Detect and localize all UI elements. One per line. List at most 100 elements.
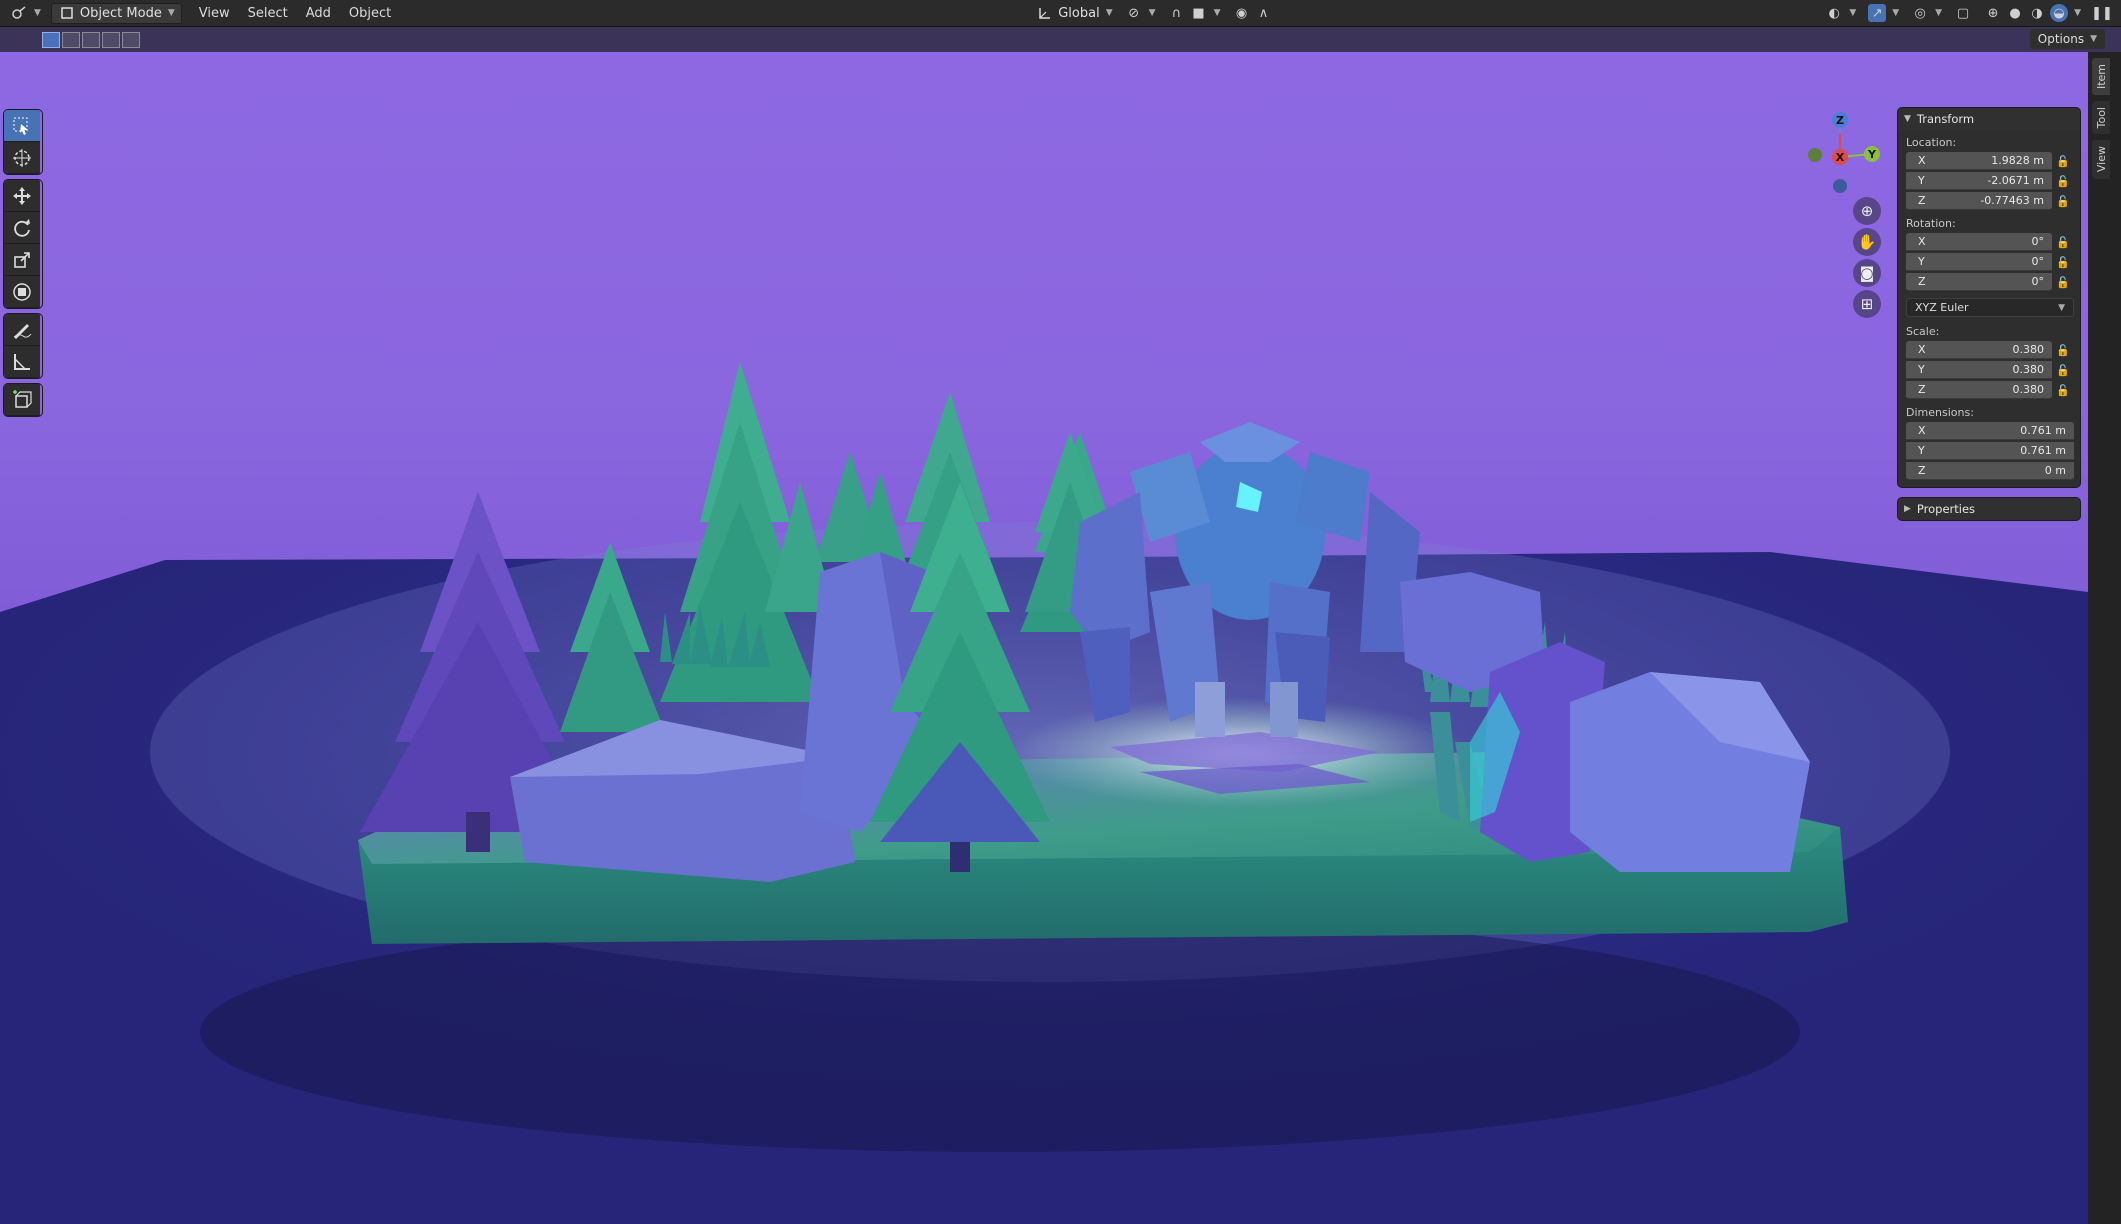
- shading-modes[interactable]: ⊕ ● ◑ ◒ ▼: [1978, 3, 2087, 24]
- chevron-down-icon: ▼: [1935, 8, 1943, 18]
- rotation-y-value: 0°: [2031, 255, 2045, 268]
- pause-render-button[interactable]: ❚❚: [2087, 3, 2117, 24]
- orientation-label: Global: [1058, 5, 1100, 21]
- rotation-y-field[interactable]: Y 0°: [1906, 253, 2052, 271]
- location-y-field[interactable]: Y -2.0671 m: [1906, 172, 2052, 190]
- gizmo-z-axis[interactable]: Z: [1832, 112, 1848, 128]
- lock-icon[interactable]: 🔓: [2052, 195, 2074, 208]
- gizmo-icon: ↗: [1868, 4, 1887, 22]
- rotation-z-value: 0°: [2031, 275, 2045, 288]
- dimensions-x-value: 0.761 m: [2020, 424, 2066, 437]
- rotation-mode-select[interactable]: XYZ Euler ▼: [1906, 298, 2074, 317]
- rotation-x-field[interactable]: X 0°: [1906, 233, 2052, 251]
- transform-tool[interactable]: [4, 276, 40, 308]
- select-invert-icon[interactable]: [102, 31, 120, 48]
- rotate-tool[interactable]: [4, 212, 40, 244]
- material-shading-icon[interactable]: ◑: [2028, 4, 2046, 22]
- location-z-field[interactable]: Z -0.77463 m: [1906, 192, 2052, 210]
- select-box-tool[interactable]: [4, 110, 40, 142]
- scale-x-field[interactable]: X 0.380: [1906, 341, 2052, 359]
- measure-tool[interactable]: [4, 346, 40, 378]
- scale-tool[interactable]: [4, 244, 40, 276]
- cursor-tool[interactable]: [4, 142, 40, 174]
- solid-shading-icon[interactable]: ●: [2006, 4, 2024, 22]
- perspective-grid-icon[interactable]: ⊞: [1853, 290, 1881, 318]
- tab-tool[interactable]: Tool: [2092, 101, 2110, 135]
- location-x-field[interactable]: X 1.9828 m: [1906, 152, 2052, 170]
- rotate-icon: [14, 218, 30, 237]
- xray-toggle[interactable]: ▢: [1948, 3, 1978, 24]
- menu-select[interactable]: Select: [239, 3, 297, 24]
- editor-type-icon: [10, 4, 28, 22]
- rotation-label: Rotation:: [1906, 217, 1956, 230]
- properties-panel-header[interactable]: ▶ Properties: [1898, 498, 2080, 520]
- 3d-viewport[interactable]: Z X Y ⊕ ✋ ◙ ⊞ ▼ Transform Location: X 1.9…: [0, 52, 2088, 1224]
- gizmo-x-axis[interactable]: X: [1832, 149, 1848, 165]
- scale-y-field[interactable]: Y 0.380: [1906, 361, 2052, 379]
- axis-label: Z: [1918, 194, 1926, 207]
- menu-view[interactable]: View: [190, 3, 239, 24]
- lock-icon[interactable]: 🔓: [2052, 344, 2074, 357]
- mode-label: Object Mode: [79, 5, 162, 21]
- visibility-button[interactable]: ◐ ▼: [1819, 3, 1862, 24]
- wireframe-shading-icon[interactable]: ⊕: [1984, 4, 2002, 22]
- viewport-navigation: ⊕ ✋ ◙ ⊞: [1853, 197, 1881, 321]
- editor-type-button[interactable]: ▼: [4, 3, 47, 24]
- select-extend-icon[interactable]: [62, 31, 80, 48]
- lock-icon[interactable]: 🔓: [2052, 364, 2074, 377]
- overlays-icon: ◎: [1914, 5, 1926, 21]
- chevron-down-icon: ▼: [1148, 8, 1156, 18]
- tab-item[interactable]: Item: [2092, 58, 2110, 96]
- select-intersect-icon[interactable]: [122, 31, 140, 48]
- axis-label: X: [1918, 235, 1926, 248]
- chevron-down-icon: ▼: [1105, 8, 1113, 18]
- tab-view[interactable]: View: [2092, 140, 2110, 179]
- gizmo-toggle[interactable]: ↗ ▼: [1862, 3, 1905, 24]
- overlays-toggle[interactable]: ◎ ▼: [1905, 3, 1948, 24]
- dimensions-z-value: 0 m: [2044, 464, 2066, 477]
- axis-label: X: [1918, 424, 1926, 437]
- lock-icon[interactable]: 🔓: [2052, 276, 2074, 289]
- gizmo-neg-y-axis[interactable]: [1808, 148, 1822, 162]
- mode-selector[interactable]: Object Mode ▼: [50, 2, 182, 24]
- menu-add[interactable]: Add: [297, 3, 340, 24]
- dimensions-y-field[interactable]: Y 0.761 m: [1906, 442, 2074, 460]
- chevron-down-icon: ▼: [2074, 8, 2081, 18]
- dimensions-z-field[interactable]: Z 0 m: [1906, 462, 2074, 480]
- lock-icon[interactable]: 🔓: [2052, 256, 2074, 269]
- chevron-down-icon: ▼: [1892, 8, 1900, 18]
- lock-icon[interactable]: 🔓: [2052, 384, 2074, 397]
- chevron-down-icon: ▼: [34, 8, 41, 18]
- pivot-point-button[interactable]: ⊘ ▼: [1119, 3, 1162, 24]
- proportional-edit-button[interactable]: ◉ ∧: [1226, 3, 1278, 24]
- menu-object[interactable]: Object: [340, 3, 400, 24]
- orientation-selector[interactable]: Global ▼: [1030, 3, 1118, 24]
- gizmo-neg-z-axis[interactable]: [1833, 179, 1847, 193]
- select-set-icon[interactable]: [42, 31, 60, 48]
- location-x-value: 1.9828 m: [1991, 154, 2044, 167]
- select-subtract-icon[interactable]: [82, 31, 100, 48]
- move-tool[interactable]: [4, 180, 40, 212]
- snap-target-icon: ■: [1192, 5, 1205, 21]
- add-cube-tool[interactable]: [4, 384, 40, 416]
- navigation-gizmo[interactable]: Z X Y: [1790, 107, 1890, 207]
- zoom-icon[interactable]: ⊕: [1853, 197, 1881, 225]
- lock-icon[interactable]: 🔓: [2052, 155, 2074, 168]
- gizmo-y-axis[interactable]: Y: [1864, 146, 1880, 162]
- lock-icon[interactable]: 🔓: [2052, 175, 2074, 188]
- annotate-tool[interactable]: [4, 314, 40, 346]
- lock-icon[interactable]: 🔓: [2052, 236, 2074, 249]
- dimensions-x-field[interactable]: X 0.761 m: [1906, 422, 2074, 440]
- pan-hand-icon[interactable]: ✋: [1853, 228, 1881, 256]
- camera-view-icon[interactable]: ◙: [1853, 259, 1881, 287]
- dimensions-y-value: 0.761 m: [2020, 444, 2066, 457]
- scale-icon: [14, 251, 30, 268]
- scale-z-field[interactable]: Z 0.380: [1906, 381, 2052, 399]
- rendered-shading-icon[interactable]: ◒: [2050, 4, 2069, 22]
- annotate-icon: [13, 323, 32, 339]
- chevron-down-icon: ▼: [1213, 8, 1221, 18]
- transform-header[interactable]: ▼ Transform: [1898, 108, 2080, 130]
- rotation-z-field[interactable]: Z 0°: [1906, 273, 2052, 291]
- snap-button[interactable]: ∩ ■ ▼: [1162, 3, 1227, 24]
- options-dropdown[interactable]: Options ▼: [2029, 29, 2105, 49]
